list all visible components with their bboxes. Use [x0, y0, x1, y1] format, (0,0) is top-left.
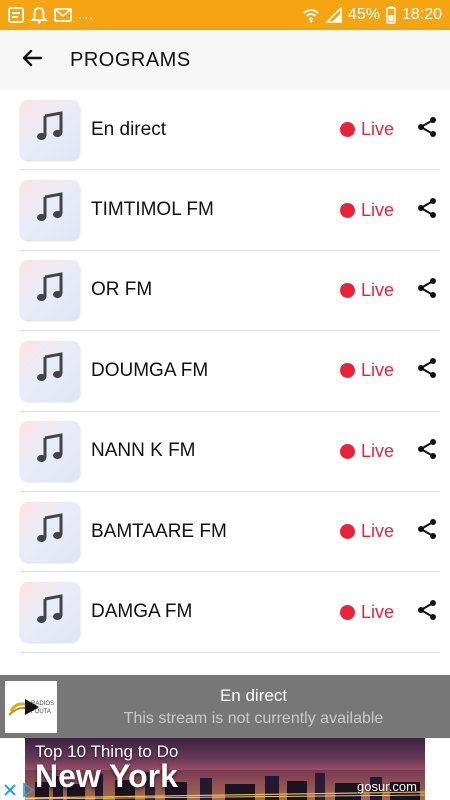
live-indicator: Live: [339, 279, 394, 301]
share-button[interactable]: [414, 599, 440, 625]
music-note-icon: [33, 512, 67, 551]
live-indicator: Live: [339, 360, 394, 381]
station-logo[interactable]: RADIOS FOUTA: [5, 680, 57, 733]
live-indicator: Live: [339, 199, 394, 221]
music-note-icon: [33, 110, 67, 149]
program-thumbnail: [20, 582, 80, 643]
program-list: En direct Live TIMTIMOL FM Live OR FM Live DOU…: [0, 90, 450, 653]
arrow-left-icon: [20, 46, 44, 75]
status-bar-left: ...: [8, 6, 94, 24]
program-row[interactable]: En direct Live: [20, 90, 440, 171]
share-icon: [415, 196, 439, 225]
live-label: Live: [360, 601, 394, 622]
live-label: Live: [360, 279, 394, 300]
page-title: PROGRAMS: [70, 48, 191, 71]
ad-choices-icon[interactable]: [20, 782, 36, 798]
live-dot-icon: [339, 524, 355, 540]
program-row[interactable]: TIMTIMOL FM Live: [20, 170, 440, 251]
program-title: TIMTIMOL FM: [91, 199, 214, 221]
signal-icon: [325, 7, 342, 23]
live-dot-icon: [339, 202, 355, 218]
live-dot-icon: [339, 604, 355, 620]
ad-creative[interactable]: Top 10 Thing to Do New York gosur.com: [25, 738, 425, 800]
share-button[interactable]: [414, 438, 440, 464]
program-thumbnail: [20, 99, 80, 160]
program-row[interactable]: BAMTAARE FM Live: [20, 492, 440, 573]
share-icon: [415, 437, 439, 466]
music-note-icon: [33, 432, 67, 471]
share-icon: [415, 517, 439, 546]
player-status: This stream is not currently available: [123, 709, 384, 727]
live-dot-icon: [339, 122, 355, 138]
program-row[interactable]: NANN K FM Live: [20, 412, 440, 492]
program-row[interactable]: OR FM Live: [20, 251, 440, 332]
clock: 18:20: [401, 6, 442, 23]
program-title: BAMTAARE FM: [91, 520, 227, 542]
share-icon: [415, 598, 439, 627]
ad-banner[interactable]: Top 10 Thing to Do New York gosur.com: [0, 738, 450, 800]
bell-icon: [30, 6, 48, 24]
share-button[interactable]: [414, 358, 440, 384]
status-bar-right: 45% 18:20: [302, 6, 442, 24]
program-row[interactable]: DOUMGA FM Live: [20, 331, 440, 412]
live-dot-icon: [339, 282, 355, 298]
app-screen: ... 45% 18:20 PROGRAMS En direct Live TIMT…: [0, 0, 450, 800]
share-button[interactable]: [414, 197, 440, 223]
notification-icon: [8, 7, 24, 23]
program-thumbnail: [20, 340, 80, 401]
wifi-icon: [302, 7, 320, 23]
program-thumbnail: [20, 501, 80, 562]
music-note-icon: [33, 351, 67, 390]
music-note-icon: [33, 271, 67, 310]
live-label: Live: [360, 119, 394, 140]
player-title: En direct: [219, 685, 288, 705]
music-note-icon: [33, 593, 67, 632]
share-icon: [415, 276, 439, 305]
live-label: Live: [360, 360, 394, 381]
program-title: NANN K FM: [91, 440, 196, 462]
status-bar: ... 45% 18:20: [0, 0, 450, 30]
share-icon: [415, 356, 439, 385]
program-title: DAMGA FM: [91, 601, 193, 623]
program-title: OR FM: [91, 279, 153, 301]
live-label: Live: [360, 440, 394, 461]
live-indicator: Live: [339, 119, 394, 140]
live-indicator: Live: [339, 521, 394, 542]
live-label: Live: [360, 521, 394, 542]
back-button[interactable]: [12, 40, 52, 80]
program-thumbnail: [20, 180, 80, 241]
program-row[interactable]: DAMGA FM Live: [20, 572, 440, 653]
program-thumbnail: [20, 260, 80, 321]
live-dot-icon: [339, 363, 355, 379]
share-icon: [415, 115, 439, 144]
live-indicator: Live: [339, 601, 394, 623]
ad-city: New York: [35, 758, 178, 794]
app-header: PROGRAMS: [0, 30, 450, 90]
share-button[interactable]: [414, 519, 440, 545]
program-title: En direct: [91, 118, 166, 140]
now-playing-bar[interactable]: RADIOS FOUTA En direct This stream is no…: [0, 675, 450, 738]
mail-icon: [54, 7, 72, 23]
battery-percent: 45%: [347, 6, 380, 23]
share-button[interactable]: [414, 117, 440, 143]
share-button[interactable]: [414, 277, 440, 303]
program-thumbnail: [20, 421, 80, 482]
battery-icon: [386, 6, 396, 24]
music-note-icon: [33, 191, 67, 230]
more-notifications-indicator: ...: [78, 6, 95, 23]
ad-domain: gosur.com: [357, 779, 417, 794]
ad-close-icon[interactable]: [2, 782, 18, 798]
live-indicator: Live: [339, 440, 394, 462]
play-icon[interactable]: [21, 697, 41, 722]
player-info: En direct This stream is not currently a…: [57, 686, 450, 728]
live-label: Live: [360, 199, 394, 220]
program-title: DOUMGA FM: [91, 359, 209, 381]
live-dot-icon: [339, 443, 355, 459]
